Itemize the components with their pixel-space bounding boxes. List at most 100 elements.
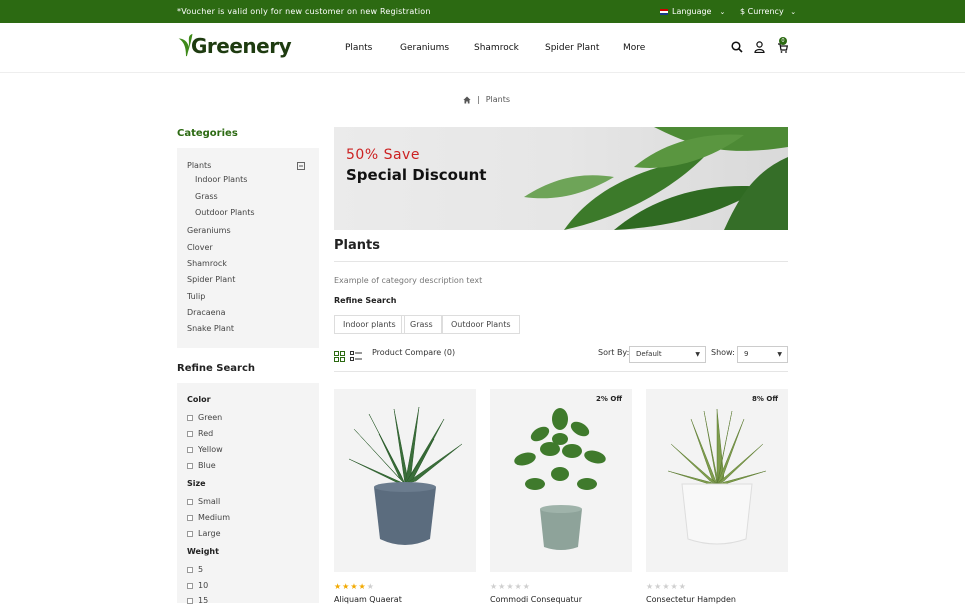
star-filled-icon: ★ — [350, 582, 359, 591]
option-label: Blue — [198, 461, 216, 470]
sort-select[interactable]: Default ▼ — [629, 346, 706, 363]
filter-size-heading: Size — [187, 479, 206, 488]
nav-geraniums[interactable]: Geraniums — [400, 43, 449, 53]
checkbox[interactable] — [187, 566, 193, 573]
language-dropdown[interactable]: Language ⌄ — [660, 7, 725, 16]
category-dracaena[interactable]: Dracaena — [187, 308, 226, 317]
filter-weight-5[interactable]: 5 — [187, 565, 203, 574]
breadcrumb: | Plants — [463, 95, 510, 104]
sort-label: Sort By: — [598, 348, 630, 357]
discount-badge: 2% Off — [596, 395, 622, 403]
site-header: Greenery Plants Geraniums Shamrock Spide… — [0, 23, 965, 73]
cart-count-badge: 0 — [779, 37, 787, 45]
chevron-down-icon: ⌄ — [790, 8, 797, 16]
user-icon[interactable] — [754, 41, 765, 53]
category-spider-plant[interactable]: Spider Plant — [187, 275, 235, 284]
logo[interactable]: Greenery — [177, 33, 292, 58]
filter-weight-heading: Weight — [187, 547, 219, 556]
category-outdoor-plants[interactable]: Outdoor Plants — [195, 208, 255, 217]
filter-weight-15[interactable]: 15 — [187, 596, 208, 605]
banner-save-text: 50% Save — [346, 147, 420, 163]
category-clover[interactable]: Clover — [187, 243, 213, 252]
category-plants[interactable]: Plants — [187, 161, 211, 170]
category-indoor-plants[interactable]: Indoor Plants — [195, 175, 247, 184]
star-filled-icon: ★ — [358, 582, 367, 591]
filter-color-yellow[interactable]: Yellow — [187, 445, 223, 454]
product-card[interactable]: 2% Off — [490, 389, 632, 572]
categories-panel: Plants Indoor Plants Grass Outdoor Plant… — [177, 148, 319, 348]
star-empty-icon: ★ — [646, 582, 655, 591]
flag-icon — [660, 8, 668, 15]
filter-color-green[interactable]: Green — [187, 413, 222, 422]
chip-grass[interactable]: Grass — [401, 315, 442, 334]
filter-size-small[interactable]: Small — [187, 497, 220, 506]
nav-plants[interactable]: Plants — [345, 43, 372, 53]
checkbox[interactable] — [187, 597, 193, 604]
checkbox[interactable] — [187, 582, 193, 589]
option-label: Yellow — [198, 445, 223, 454]
show-value: 9 — [744, 350, 749, 358]
list-view-icon[interactable] — [350, 351, 362, 362]
page-title: Plants — [334, 238, 380, 253]
leaf-logo-icon — [178, 33, 193, 57]
star-empty-icon: ★ — [522, 582, 531, 591]
checkbox[interactable] — [187, 514, 193, 521]
option-label: Red — [198, 429, 214, 438]
nav-shamrock[interactable]: Shamrock — [474, 43, 519, 53]
divider — [334, 261, 788, 262]
category-shamrock[interactable]: Shamrock — [187, 259, 227, 268]
checkbox[interactable] — [187, 530, 193, 537]
product-card[interactable]: 8% Off — [646, 389, 788, 572]
discount-badge: 8% Off — [752, 395, 778, 403]
category-geraniums[interactable]: Geraniums — [187, 226, 231, 235]
product-image — [667, 408, 767, 545]
refine-search-heading: Refine Search — [334, 296, 397, 305]
rating-stars: ★★★★★ — [646, 582, 687, 591]
product-card[interactable] — [334, 389, 476, 572]
collapse-icon[interactable] — [297, 162, 305, 170]
voucher-notice: *Voucher is valid only for new customer … — [177, 7, 431, 16]
nav-spider-plant[interactable]: Spider Plant — [545, 43, 599, 53]
option-label: Small — [198, 497, 221, 506]
category-tulip[interactable]: Tulip — [187, 292, 205, 301]
star-empty-icon: ★ — [366, 582, 375, 591]
nav-more[interactable]: More — [623, 43, 645, 53]
chip-outdoor-plants[interactable]: Outdoor Plants — [442, 315, 520, 334]
star-empty-icon: ★ — [670, 582, 679, 591]
show-select[interactable]: 9 ▼ — [737, 346, 788, 363]
promo-banner[interactable]: 50% Save Special Discount — [334, 127, 788, 230]
sort-value: Default — [636, 350, 662, 358]
star-empty-icon: ★ — [662, 582, 671, 591]
category-snake-plant[interactable]: Snake Plant — [187, 324, 234, 333]
currency-dropdown[interactable]: $ Currency ⌄ — [740, 7, 796, 16]
grid-view-icon[interactable] — [334, 351, 345, 362]
filter-color-blue[interactable]: Blue — [187, 461, 216, 470]
option-label: 10 — [198, 581, 209, 590]
filter-color-red[interactable]: Red — [187, 429, 213, 438]
refine-search-title: Refine Search — [177, 363, 255, 374]
dropdown-arrow-icon: ▼ — [777, 351, 782, 358]
logo-text: Greenery — [191, 34, 292, 58]
product-compare-link[interactable]: Product Compare (0) — [372, 348, 455, 357]
category-description: Example of category description text — [334, 276, 483, 285]
option-label: Medium — [198, 513, 230, 522]
breadcrumb-separator: | — [477, 95, 480, 104]
checkbox[interactable] — [187, 414, 193, 421]
filter-size-medium[interactable]: Medium — [187, 513, 230, 522]
checkbox[interactable] — [187, 462, 193, 469]
breadcrumb-current[interactable]: Plants — [486, 95, 510, 104]
checkbox[interactable] — [187, 498, 193, 505]
category-grass[interactable]: Grass — [195, 192, 218, 201]
home-icon[interactable] — [463, 96, 471, 104]
option-label: 5 — [198, 565, 204, 574]
chip-indoor-plants[interactable]: Indoor plants — [334, 315, 405, 334]
categories-title: Categories — [177, 128, 238, 139]
search-icon[interactable] — [731, 41, 743, 53]
filter-weight-10[interactable]: 10 — [187, 581, 208, 590]
star-empty-icon: ★ — [678, 582, 687, 591]
checkbox[interactable] — [187, 430, 193, 437]
checkbox[interactable] — [187, 446, 193, 453]
filter-size-large[interactable]: Large — [187, 529, 221, 538]
filter-color-heading: Color — [187, 395, 211, 404]
show-label: Show: — [711, 348, 735, 357]
